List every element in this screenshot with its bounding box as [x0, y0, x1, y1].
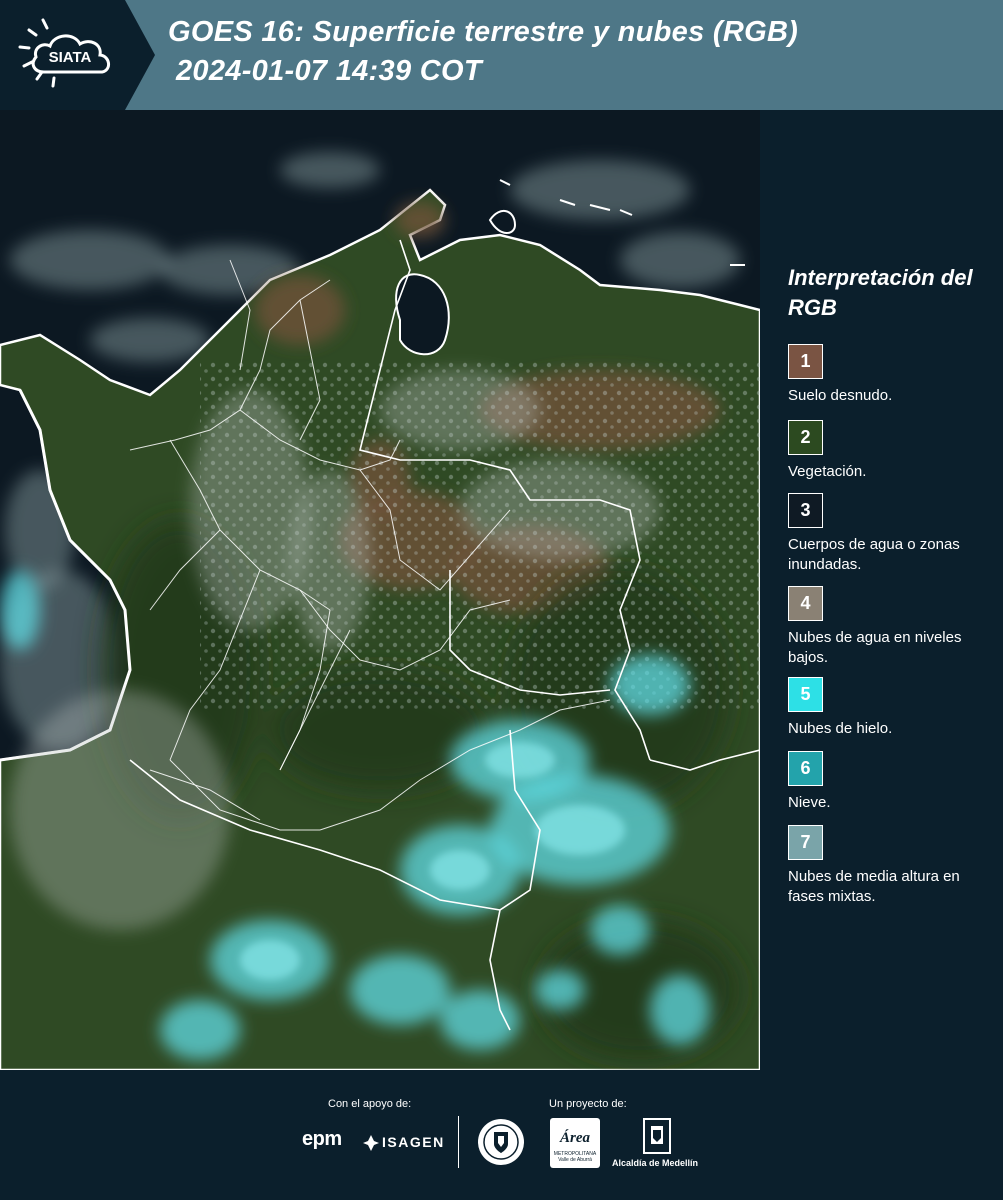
- legend-swatch: 2: [788, 420, 823, 455]
- logo-text: SIATA: [49, 49, 92, 66]
- legend-item-mid-level-mixed-clouds: 7 Nubes de media altura en fases mixtas.: [788, 825, 998, 907]
- legend-swatch: 7: [788, 825, 823, 860]
- legend-label: Nieve.: [788, 794, 831, 811]
- legend-title: Interpretación del RGB: [788, 265, 973, 320]
- page-timestamp: 2024-01-07 14:39 COT: [176, 55, 482, 87]
- alcaldia-label: Alcaldía de Medellín: [612, 1158, 699, 1168]
- legend-item-water-bodies: 3 Cuerpos de agua o zonas inundadas.: [788, 493, 998, 575]
- legend-swatch: 3: [788, 493, 823, 528]
- legend-swatch: 6: [788, 751, 823, 786]
- legend-item-snow: 6 Nieve.: [788, 751, 998, 813]
- project-label: Un proyecto de:: [549, 1098, 627, 1110]
- legend-label: Vegetación.: [788, 463, 867, 480]
- legend-panel: Interpretación del RGB 1 Suelo desnudo. …: [760, 110, 1003, 1070]
- area-metropolitana-logo: Área METROPOLITANA Valle de Aburrá: [550, 1118, 600, 1168]
- isagen-logo: ISAGEN: [382, 1134, 445, 1150]
- isagen-icon: [363, 1135, 379, 1151]
- support-label: Con el apoyo de:: [328, 1098, 412, 1110]
- header: SIATA GOES 16: Superficie terrestre y nu…: [0, 0, 1003, 110]
- legend-label: Cuerpos de agua o zonas inundadas.: [788, 536, 960, 573]
- legend-label: Nubes de hielo.: [788, 720, 893, 737]
- footer: Con el apoyo de: Un proyecto de: epm ISA…: [0, 1070, 1003, 1200]
- legend-swatch: 4: [788, 586, 823, 621]
- page-title: GOES 16: Superficie terrestre y nubes (R…: [168, 16, 799, 48]
- legend-item-low-water-clouds: 4 Nubes de agua en niveles bajos.: [788, 586, 998, 668]
- legend-label: Nubes de media altura en fases mixtas.: [788, 868, 960, 905]
- alcaldia-shield-icon: [643, 1118, 671, 1154]
- legend-label: Suelo desnudo.: [788, 387, 893, 404]
- legend-swatch: 1: [788, 344, 823, 379]
- legend-item-ice-clouds: 5 Nubes de hielo.: [788, 677, 998, 739]
- legend-item-bare-soil: 1 Suelo desnudo.: [788, 344, 998, 406]
- legend-item-vegetation: 2 Vegetación.: [788, 420, 998, 482]
- footer-divider: [458, 1116, 459, 1168]
- legend-swatch: 5: [788, 677, 823, 712]
- epm-logo: epm: [302, 1128, 342, 1150]
- satellite-map: [0, 110, 760, 1070]
- siata-logo: SIATA: [0, 0, 155, 110]
- legend-label: Nubes de agua en niveles bajos.: [788, 629, 962, 666]
- medellin-seal-icon: [478, 1119, 524, 1165]
